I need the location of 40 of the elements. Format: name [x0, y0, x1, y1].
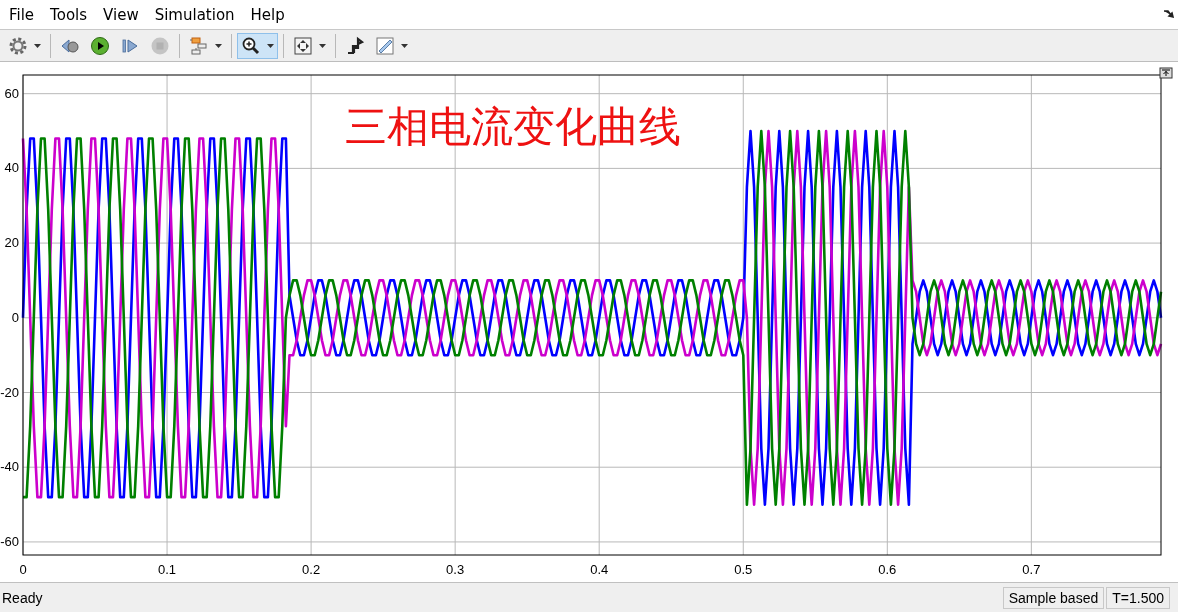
x-tick-label: 0 — [19, 562, 27, 577]
x-tick-label: 0.4 — [590, 562, 609, 577]
menu-item[interactable]: Simulation — [148, 5, 241, 24]
ruler-icon — [375, 35, 395, 56]
undock-icon[interactable] — [1163, 9, 1175, 20]
run-icon — [90, 35, 110, 56]
x-tick-label: 0.3 — [446, 562, 465, 577]
x-tick-label: 0.2 — [302, 562, 321, 577]
plot-title: 三相电流变化曲线 — [345, 102, 681, 151]
toolbar-button[interactable] — [237, 32, 278, 59]
caret-icon — [401, 43, 408, 48]
stop-icon — [150, 35, 170, 56]
menu-item[interactable]: File — [3, 5, 41, 24]
caret-icon — [215, 43, 222, 48]
status-message: Ready — [2, 589, 43, 606]
x-tick-label: 0.5 — [734, 562, 753, 577]
sample-mode-indicator: Sample based — [1002, 586, 1105, 609]
x-tick-label: 0.1 — [158, 562, 177, 577]
x-tick-label: 0.7 — [1022, 562, 1041, 577]
y-tick-label: -40 — [0, 459, 19, 475]
legend-toggle-icon[interactable] — [1159, 67, 1173, 79]
y-tick-label: -20 — [0, 384, 19, 400]
y-tick-label: -60 — [0, 533, 19, 549]
caret-icon — [267, 43, 274, 48]
blocks-icon — [189, 35, 209, 56]
settings-icon — [8, 35, 28, 56]
y-tick-label: 20 — [4, 235, 19, 251]
caret-icon — [319, 43, 326, 48]
x-tick-label: 0.6 — [878, 562, 897, 577]
menu-item[interactable]: Tools — [44, 5, 94, 24]
fit-to-view-icon — [293, 35, 313, 56]
y-tick-label: 40 — [4, 160, 19, 176]
y-tick-label: 60 — [4, 85, 19, 101]
menu-item[interactable]: Help — [244, 5, 291, 24]
y-tick-label: 0 — [11, 309, 19, 325]
caret-icon — [34, 43, 41, 48]
menu-item[interactable]: View — [97, 5, 145, 24]
simulation-time: T=1.500 — [1106, 586, 1170, 609]
zoom-in-icon — [241, 35, 261, 56]
signal-icon — [345, 35, 365, 56]
